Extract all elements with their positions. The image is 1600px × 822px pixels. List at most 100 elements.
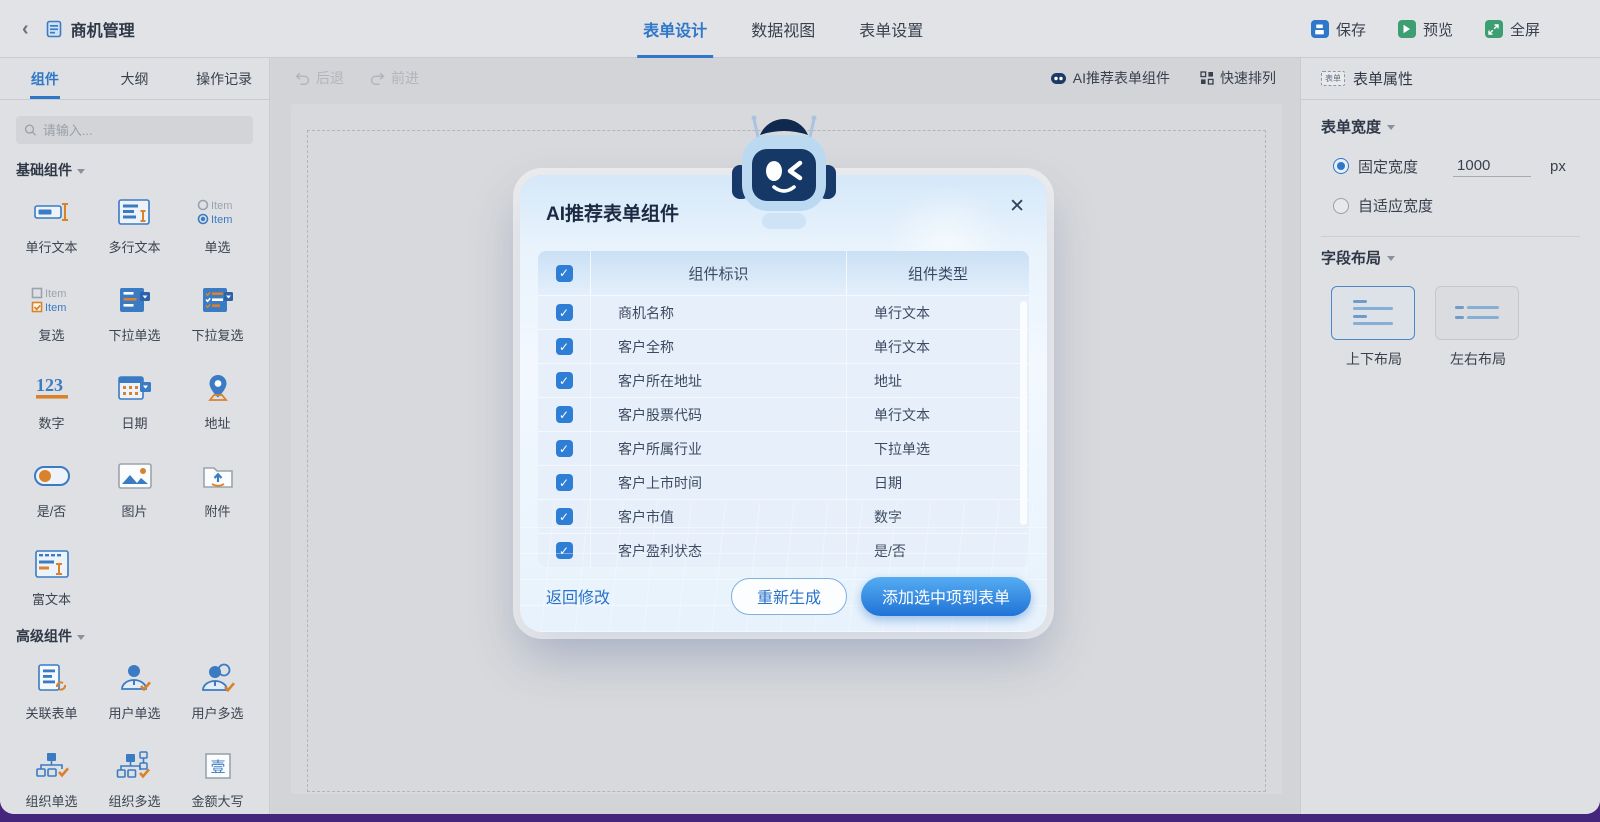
component-currency-caps[interactable]: 壹金额大写 [176,748,259,810]
back-icon[interactable]: ‹ [18,18,33,41]
component-image[interactable]: 图片 [93,458,176,520]
component-label: 金额大写 [191,791,243,810]
save-icon [1311,20,1329,38]
fullscreen-label: 全屏 [1510,19,1540,40]
width-value-input[interactable] [1453,155,1531,177]
component-org-multi[interactable]: 组织多选 [93,748,176,810]
add-selected-button[interactable]: 添加选中项到表单 [861,577,1031,616]
section-title[interactable]: 高级组件 [0,626,269,646]
layout-option-vertical[interactable]: 上下布局 [1331,286,1417,369]
document-icon [45,20,63,38]
component-multi-line-text[interactable]: 多行文本 [93,194,176,256]
sidebar-tab-outline[interactable]: 大纲 [90,58,180,99]
currency-caps-icon: 壹 [203,748,233,784]
radio-unselected-icon[interactable] [1333,198,1349,214]
component-type-cell: 下拉单选 [847,439,1029,459]
canvas-toolbar: 后退 前进 AI推荐表单组件 快速排列 [271,58,1300,98]
component-dropdown-single[interactable]: 下拉单选 [93,282,176,344]
save-button[interactable]: 保存 [1311,19,1366,40]
dropdown-multi-icon [201,282,235,318]
user-multi-icon [199,660,237,696]
row-checkbox[interactable]: ✓ [556,508,573,525]
component-checkbox-group[interactable]: ItemItem复选 [10,282,93,344]
layout-option-horizontal[interactable]: 左右布局 [1435,286,1521,369]
properties-panel: 表单 表单属性 表单宽度 固定宽度 px 自适应宽度 字段布局 [1300,58,1600,814]
tab-form-settings[interactable]: 表单设置 [859,0,923,58]
select-all-checkbox[interactable]: ✓ [556,265,573,282]
component-single-line-text[interactable]: 单行文本 [10,194,93,256]
radio-selected-icon[interactable] [1333,158,1349,174]
component-radio-group[interactable]: ItemItem单选 [176,194,259,256]
undo-button[interactable]: 后退 [295,68,344,88]
table-scrollbar[interactable] [1020,299,1027,559]
component-sidebar: 组件 大纲 操作记录 基础组件单行文本多行文本 ItemItem单选 ItemIte… [0,58,270,814]
preview-button[interactable]: 预览 [1398,19,1453,40]
component-label: 多行文本 [108,237,160,256]
row-checkbox[interactable]: ✓ [556,338,573,355]
component-rich-text[interactable]: 富文本 [10,546,93,608]
component-name-cell: 客户上市时间 [590,466,847,499]
table-row: ✓商机名称单行文本 [538,295,1029,329]
component-search [16,116,253,144]
component-user-multi[interactable]: 用户多选 [176,660,259,722]
org-single-icon [33,748,71,784]
component-label: 下拉复选 [191,325,243,344]
table-header-row: ✓ 组件标识 组件类型 [538,251,1029,295]
component-linked-form[interactable]: 关联表单 [10,660,93,722]
component-org-single[interactable]: 组织单选 [10,748,93,810]
toggle-icon [32,458,72,494]
fullscreen-button[interactable]: 全屏 [1485,19,1540,40]
undo-label: 后退 [316,68,344,88]
component-type-cell: 地址 [847,371,1029,391]
row-checkbox[interactable]: ✓ [556,542,573,559]
redo-button[interactable]: 前进 [370,68,419,88]
close-icon[interactable]: ✕ [1009,197,1025,216]
checkbox-group-icon: ItemItem [30,282,74,318]
chevron-down-icon [77,169,85,174]
dropdown-single-icon [118,282,152,318]
component-toggle[interactable]: 是/否 [10,458,93,520]
component-label: 组织单选 [25,791,77,810]
component-name-cell: 客户盈利状态 [590,534,847,567]
form-width-section-title[interactable]: 表单宽度 [1321,116,1580,137]
component-dropdown-multi[interactable]: 下拉复选 [176,282,259,344]
scrollbar-thumb[interactable] [1020,301,1027,525]
date-icon [117,370,153,406]
component-date[interactable]: 日期 [93,370,176,432]
row-checkbox[interactable]: ✓ [556,440,573,457]
row-checkbox[interactable]: ✓ [556,372,573,389]
adaptive-width-option[interactable]: 自适应宽度 [1333,195,1580,216]
component-user-single[interactable]: 用户单选 [93,660,176,722]
search-icon [24,123,37,137]
component-attachment[interactable]: 附件 [176,458,259,520]
component-number[interactable]: 123数字 [10,370,93,432]
quick-arrange-button[interactable]: 快速排列 [1200,68,1276,88]
fixed-width-option[interactable]: 固定宽度 px [1333,155,1580,177]
section-title[interactable]: 基础组件 [0,160,269,180]
sidebar-tab-components[interactable]: 组件 [0,58,90,99]
quick-arrange-icon [1200,71,1214,85]
row-checkbox[interactable]: ✓ [556,406,573,423]
org-multi-icon [116,748,154,784]
chevron-down-icon [77,635,85,640]
tab-form-design[interactable]: 表单设计 [643,0,707,58]
user-single-icon [117,660,153,696]
component-address[interactable]: 地址 [176,370,259,432]
component-label: 下拉单选 [108,325,160,344]
preview-label: 预览 [1423,19,1453,40]
component-label: 数字 [38,413,64,432]
back-to-edit-link[interactable]: 返回修改 [546,584,610,608]
component-name-cell: 客户所在地址 [590,364,847,397]
field-layout-section-title[interactable]: 字段布局 [1321,247,1580,268]
row-checkbox[interactable]: ✓ [556,304,573,321]
ai-recommend-button[interactable]: AI推荐表单组件 [1050,68,1170,88]
search-input[interactable] [43,123,245,138]
vertical-layout-icon [1347,296,1399,330]
page-title: 商机管理 [71,17,135,41]
ai-recommend-label: AI推荐表单组件 [1073,68,1170,88]
sidebar-tab-history[interactable]: 操作记录 [179,58,269,99]
tab-data-view[interactable]: 数据视图 [751,0,815,58]
row-checkbox[interactable]: ✓ [556,474,573,491]
component-label: 附件 [204,501,230,520]
regenerate-button[interactable]: 重新生成 [731,578,847,615]
